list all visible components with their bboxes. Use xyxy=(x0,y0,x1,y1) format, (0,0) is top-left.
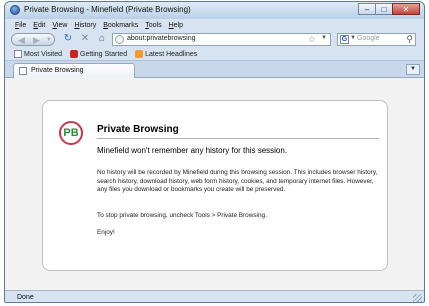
tab-strip: Private Browsing ▼ xyxy=(5,61,424,78)
forward-arrow-icon[interactable]: ▶ xyxy=(33,35,40,46)
bookmark-most-visited[interactable]: Most Visited xyxy=(14,50,62,58)
window-controls: – □ ✕ xyxy=(358,3,420,15)
browser-window: Private Browsing - Minefield (Private Br… xyxy=(4,1,425,303)
mozilla-icon xyxy=(70,50,78,58)
window-title: Private Browsing - Minefield (Private Br… xyxy=(24,5,191,14)
status-bar: Done xyxy=(5,290,424,302)
tab-private-browsing[interactable]: Private Browsing xyxy=(13,63,135,78)
minimize-button[interactable]: – xyxy=(358,3,376,15)
bookmark-getting-started[interactable]: Getting Started xyxy=(70,50,127,58)
menu-view[interactable]: View xyxy=(52,22,67,29)
bookmarks-toolbar: Most Visited Getting Started Latest Head… xyxy=(5,48,424,61)
enjoy-text: Enjoy! xyxy=(97,229,115,236)
tab-label: Private Browsing xyxy=(31,67,84,74)
bookmark-latest-headlines[interactable]: Latest Headlines xyxy=(135,50,197,58)
menu-bar: File Edit View History Bookmarks Tools H… xyxy=(5,19,424,31)
page-title: Private Browsing xyxy=(97,124,179,135)
search-icon[interactable]: ⚲ xyxy=(406,34,413,45)
menu-help[interactable]: Help xyxy=(169,22,183,29)
menu-bookmarks[interactable]: Bookmarks xyxy=(103,22,138,29)
reload-icon[interactable]: ↻ xyxy=(62,33,74,45)
status-text: Done xyxy=(17,294,34,301)
close-button[interactable]: ✕ xyxy=(392,3,420,15)
private-browsing-card: PB Private Browsing Minefield won't reme… xyxy=(42,100,388,271)
search-engine-icon[interactable]: G xyxy=(340,35,349,44)
url-text[interactable]: about:privatebrowsing xyxy=(127,35,196,42)
back-arrow-icon[interactable]: ◀ xyxy=(18,35,25,46)
menu-tools[interactable]: Tools xyxy=(145,22,161,29)
history-dropdown-icon[interactable]: ▼ xyxy=(46,37,52,43)
menu-history[interactable]: History xyxy=(74,22,96,29)
page-icon xyxy=(19,67,27,75)
url-dropdown-icon[interactable]: ▼ xyxy=(321,35,327,41)
page-content: PB Private Browsing Minefield won't reme… xyxy=(5,78,424,290)
maximize-button[interactable]: □ xyxy=(375,3,393,15)
list-all-tabs-button[interactable]: ▼ xyxy=(406,64,420,75)
page-icon xyxy=(14,50,22,58)
menu-edit[interactable]: Edit xyxy=(33,22,45,29)
address-bar[interactable]: about:privatebrowsing ☆ ▼ xyxy=(112,33,331,46)
firefox-icon xyxy=(10,5,20,15)
private-browsing-logo-icon: PB xyxy=(59,121,83,145)
stop-instructions: To stop private browsing, uncheck Tools … xyxy=(97,212,267,219)
divider xyxy=(97,138,379,139)
search-input[interactable]: Google xyxy=(357,35,380,42)
search-bar[interactable]: G ▼ Google ⚲ xyxy=(337,33,416,46)
navigation-toolbar: ◀ ▶ ▼ ↻ ✕ ⌂ about:privatebrowsing ☆ ▼ G … xyxy=(5,31,424,48)
stop-icon[interactable]: ✕ xyxy=(79,33,91,45)
site-identity-icon[interactable] xyxy=(115,35,124,44)
page-subtitle: Minefield won't remember any history for… xyxy=(97,146,288,155)
rss-feed-icon xyxy=(135,50,144,58)
home-icon[interactable]: ⌂ xyxy=(96,33,108,45)
title-bar[interactable]: Private Browsing - Minefield (Private Br… xyxy=(5,2,424,19)
description-text: No history will be recorded by Minefield… xyxy=(97,169,378,193)
bookmark-star-icon[interactable]: ☆ xyxy=(308,34,316,45)
menu-file[interactable]: File xyxy=(15,22,26,29)
back-forward-group: ◀ ▶ ▼ xyxy=(11,33,55,46)
resize-grip-icon[interactable] xyxy=(413,294,422,302)
search-engine-dropdown-icon[interactable]: ▼ xyxy=(350,35,356,41)
